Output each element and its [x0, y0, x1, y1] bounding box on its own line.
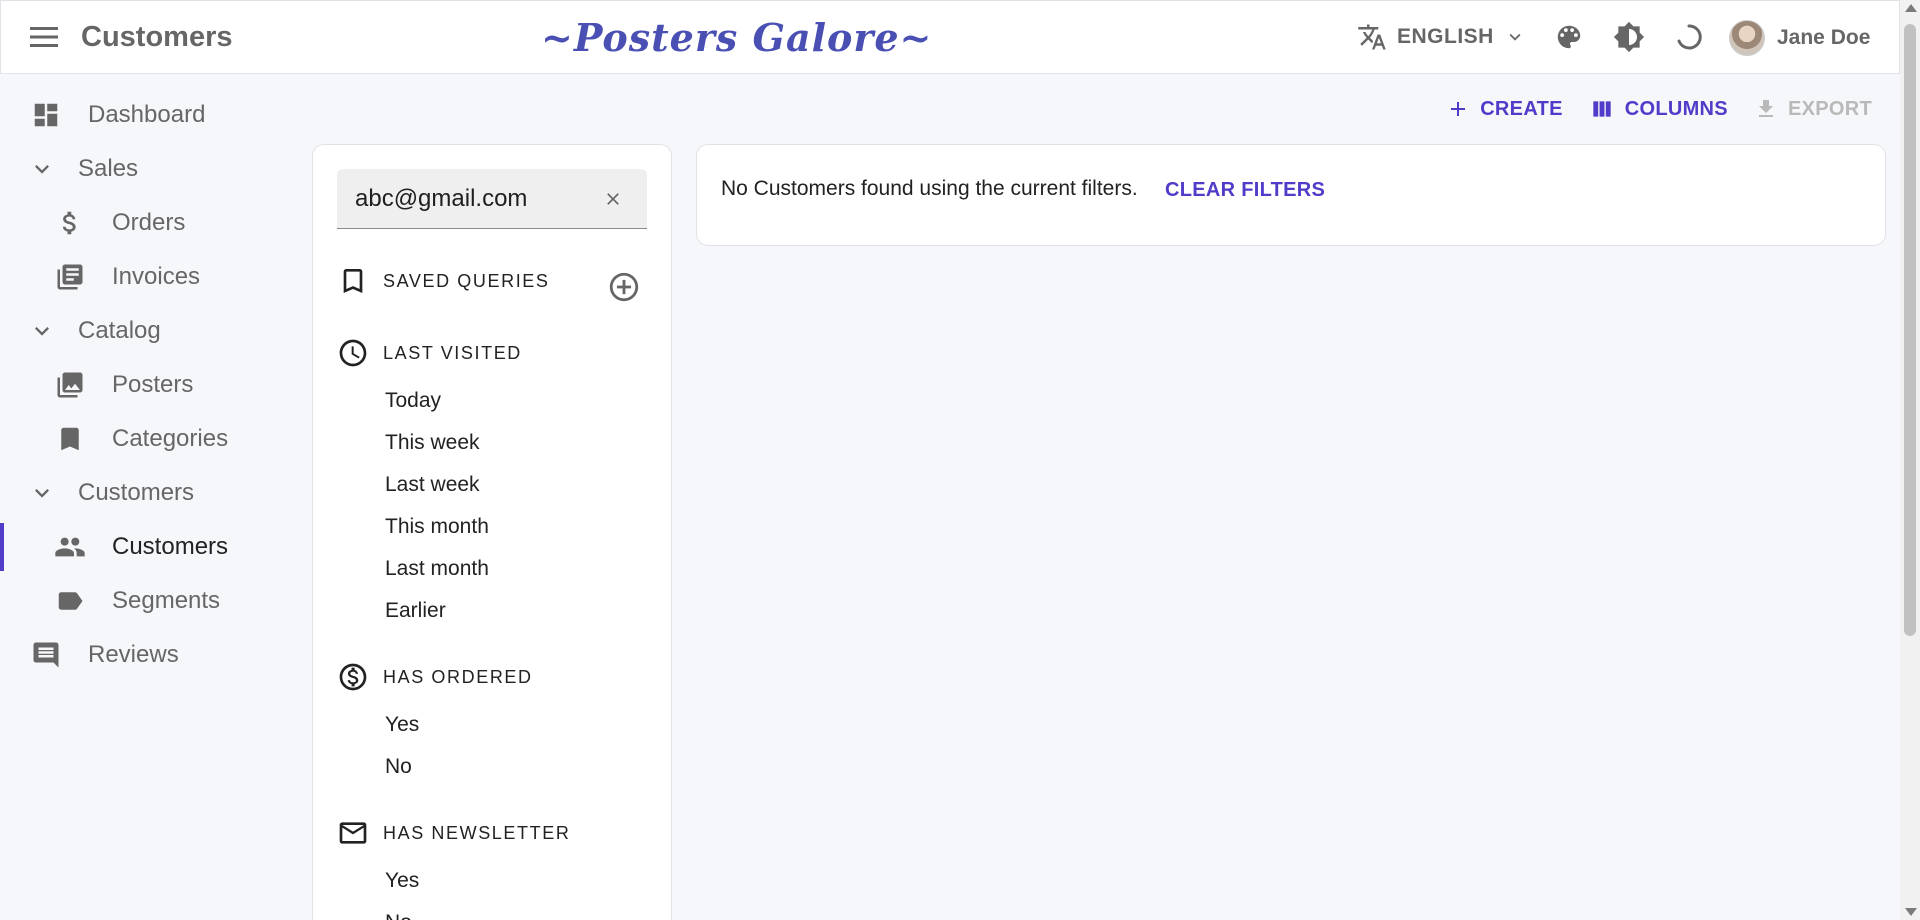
- filter-option-last-week[interactable]: Last week: [385, 473, 480, 497]
- filter-option-this-month[interactable]: This month: [385, 515, 489, 539]
- sidebar-item-customers[interactable]: Customers: [0, 520, 300, 574]
- export-label: EXPORT: [1787, 97, 1872, 120]
- download-icon: [1754, 97, 1778, 121]
- filter-option-ordered-yes[interactable]: Yes: [385, 713, 419, 737]
- avatar: [1729, 20, 1765, 56]
- list-actions: CREATE COLUMNS EXPORT: [1446, 96, 1872, 122]
- language-label: ENGLISH: [1397, 25, 1494, 48]
- menu-icon[interactable]: [25, 21, 63, 53]
- chevron-down-icon: [26, 477, 58, 509]
- filter-option-newsletter-no[interactable]: No: [385, 911, 412, 920]
- sidebar-item-label: Invoices: [112, 263, 201, 290]
- chevron-down-icon: [26, 153, 58, 185]
- sidebar: Dashboard Sales Orders Invoices Catalog …: [0, 88, 300, 682]
- sidebar-item-orders[interactable]: Orders: [0, 196, 300, 250]
- sidebar-item-categories[interactable]: Categories: [0, 412, 300, 466]
- has-ordered-header: HAS ORDERED: [337, 661, 533, 693]
- create-label: CREATE: [1480, 97, 1563, 120]
- sidebar-item-dashboard[interactable]: Dashboard: [0, 88, 300, 142]
- filter-option-newsletter-yes[interactable]: Yes: [385, 869, 419, 893]
- sidebar-group-sales[interactable]: Sales: [0, 142, 300, 196]
- user-name: Jane Doe: [1777, 26, 1871, 49]
- filter-option-earlier[interactable]: Earlier: [385, 599, 446, 623]
- clear-filters-button[interactable]: CLEAR FILTERS: [1165, 179, 1325, 202]
- palette-icon[interactable]: [1551, 19, 1587, 55]
- sidebar-item-label: Customers: [78, 479, 195, 506]
- add-icon: [1446, 97, 1470, 121]
- last-visited-title: LAST VISITED: [383, 342, 522, 363]
- has-newsletter-title: HAS NEWSLETTER: [383, 822, 571, 843]
- view-column-icon: [1589, 96, 1615, 122]
- sidebar-item-label: Sales: [78, 155, 139, 182]
- brightness-icon[interactable]: [1611, 19, 1647, 55]
- user-menu[interactable]: Jane Doe: [1729, 17, 1870, 59]
- columns-button[interactable]: COLUMNS: [1589, 96, 1728, 122]
- bookmark-border-icon: [337, 265, 369, 297]
- empty-message: No Customers found using the current fil…: [721, 177, 1138, 200]
- brand-logo: ~Posters Galore~: [541, 15, 933, 60]
- sidebar-item-segments[interactable]: Segments: [0, 574, 300, 628]
- filter-option-this-week[interactable]: This week: [385, 431, 480, 455]
- library-books-icon: [54, 261, 86, 293]
- mail-icon: [337, 817, 369, 849]
- scroll-down-arrow[interactable]: [1905, 908, 1917, 916]
- sidebar-item-label: Orders: [112, 209, 186, 236]
- collections-icon: [54, 369, 86, 401]
- bookmark-icon: [54, 423, 86, 455]
- dashboard-icon: [30, 99, 62, 131]
- search-input[interactable]: [355, 184, 595, 213]
- close-icon[interactable]: [601, 187, 625, 211]
- refresh-icon[interactable]: [1671, 19, 1707, 55]
- search-field[interactable]: [337, 169, 647, 229]
- filter-option-today[interactable]: Today: [385, 389, 441, 413]
- translate-icon: [1357, 22, 1387, 52]
- chevron-down-icon: [26, 315, 58, 347]
- sidebar-item-label: Posters: [112, 371, 194, 398]
- last-visited-header: LAST VISITED: [337, 337, 522, 369]
- has-newsletter-header: HAS NEWSLETTER: [337, 817, 570, 849]
- sidebar-item-label: Reviews: [88, 641, 179, 668]
- filter-sidebar: SAVED QUERIES LAST VISITED Today This we…: [312, 144, 672, 920]
- sidebar-item-label: Segments: [112, 587, 221, 614]
- app-bar: Customers ~Posters Galore~ ENGLISH Jane …: [0, 0, 1900, 74]
- sidebar-item-label: Categories: [112, 425, 229, 452]
- add-circle-icon[interactable]: [606, 269, 642, 305]
- dollar-icon: [54, 207, 86, 239]
- scroll-up-arrow[interactable]: [1905, 4, 1917, 12]
- scroll-thumb[interactable]: [1904, 24, 1916, 636]
- comment-icon: [30, 639, 62, 671]
- empty-results-card: No Customers found using the current fil…: [696, 144, 1886, 246]
- export-button[interactable]: EXPORT: [1754, 97, 1872, 121]
- language-selector[interactable]: ENGLISH: [1357, 17, 1526, 57]
- page-title: Customers: [81, 21, 233, 53]
- has-ordered-title: HAS ORDERED: [383, 666, 533, 687]
- page-scrollbar[interactable]: [1900, 0, 1920, 920]
- columns-label: COLUMNS: [1624, 97, 1728, 120]
- sidebar-item-label: Customers: [112, 533, 229, 560]
- filter-option-ordered-no[interactable]: No: [385, 755, 412, 779]
- sidebar-item-label: Dashboard: [88, 101, 206, 128]
- label-icon: [54, 585, 86, 617]
- people-icon: [54, 531, 86, 563]
- saved-queries-title: SAVED QUERIES: [383, 270, 550, 291]
- chevron-down-icon: [1504, 26, 1526, 48]
- create-button[interactable]: CREATE: [1446, 97, 1563, 121]
- sidebar-item-invoices[interactable]: Invoices: [0, 250, 300, 304]
- sidebar-item-reviews[interactable]: Reviews: [0, 628, 300, 682]
- sidebar-group-customers[interactable]: Customers: [0, 466, 300, 520]
- saved-queries-header: SAVED QUERIES: [337, 265, 550, 297]
- monetization-icon: [337, 661, 369, 693]
- sidebar-item-label: Catalog: [78, 317, 161, 344]
- sidebar-item-posters[interactable]: Posters: [0, 358, 300, 412]
- clock-icon: [337, 337, 369, 369]
- sidebar-group-catalog[interactable]: Catalog: [0, 304, 300, 358]
- filter-option-last-month[interactable]: Last month: [385, 557, 489, 581]
